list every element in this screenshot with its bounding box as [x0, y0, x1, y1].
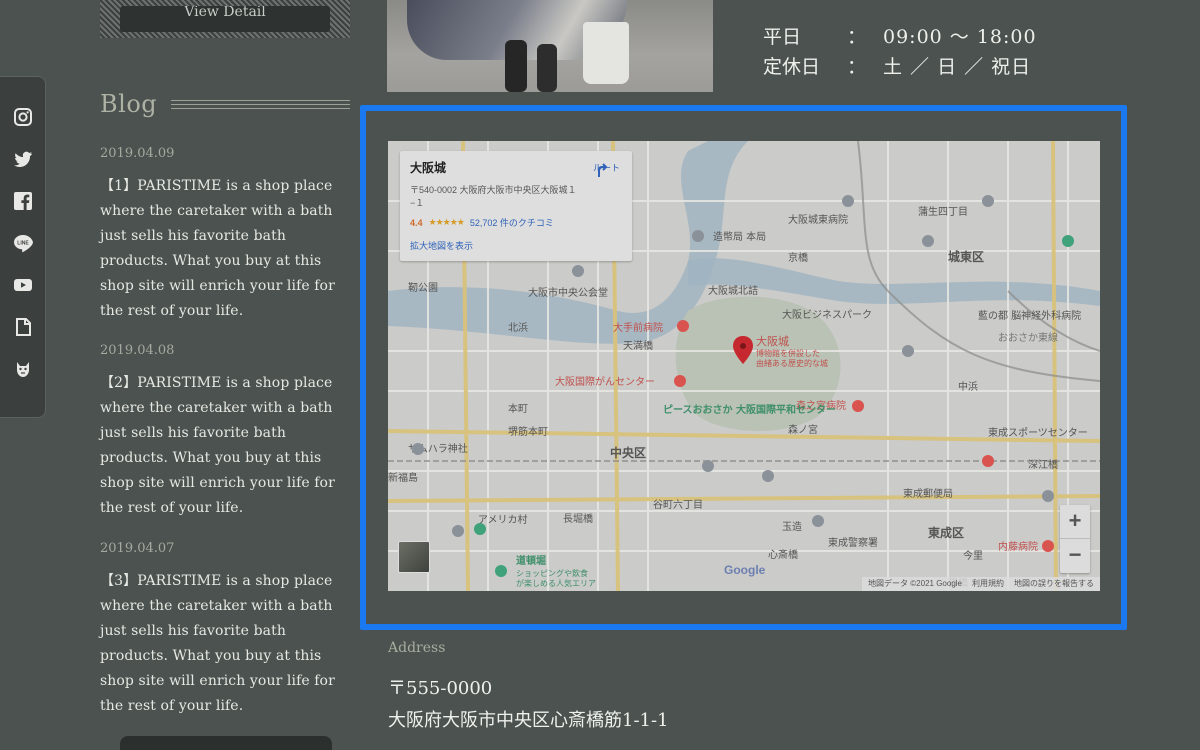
post-text[interactable]: 【1】PARISTIME is a shop place where the c… [100, 174, 350, 324]
post-text[interactable]: 【3】PARISTIME is a shop place where the c… [100, 569, 350, 719]
map-label: 道頓堀 [516, 554, 546, 567]
map-ward-label: 東成区 [928, 525, 964, 540]
map-label: 造幣局 本局 [713, 230, 766, 243]
street-view-thumbnail[interactable] [398, 541, 430, 573]
post-text[interactable]: 【2】PARISTIME is a shop place where the c… [100, 371, 350, 521]
map-label: ピースおおさか 大阪国際平和センター [663, 403, 836, 416]
map-label: 東成スポーツセンター [988, 426, 1088, 439]
twitter-icon[interactable] [12, 149, 34, 169]
zoom-out-button[interactable]: − [1060, 539, 1090, 573]
map-label: 今里 [963, 549, 983, 562]
terms-link[interactable]: 利用規約 [972, 577, 1004, 591]
map-label: 東成警察署 [828, 536, 878, 549]
map-label: 長堀橋 [563, 512, 593, 525]
report-error-link[interactable]: 地図の誤りを報告する [1014, 577, 1094, 591]
map-label: 由緒ある歴史的な城 [756, 358, 828, 368]
blog-post[interactable]: 2019.04.07 【3】PARISTIME is a shop place … [100, 541, 350, 719]
zoom-control[interactable]: + − [1060, 505, 1090, 573]
blog-heading: Blog [100, 88, 350, 120]
zoom-in-button[interactable]: + [1060, 505, 1090, 539]
svg-text:LINE: LINE [17, 241, 29, 247]
map-label: が楽しめる人気エリア [516, 578, 596, 588]
embedded-map[interactable]: 靭公園 北浜 大阪市中央公会堂 造幣局 本局 大阪城北詰 天満橋 本町 堺筋本町… [388, 141, 1100, 591]
shop-photo [387, 0, 713, 92]
map-footer: 地図データ ©2021 Google 利用規約 地図の誤りを報告する [862, 577, 1100, 591]
place-address: 〒540-0002 大阪府大阪市中央区大阪城１−１ [410, 185, 577, 208]
map-label: 大手前病院 [613, 321, 663, 334]
blog-title: Blog [100, 90, 158, 118]
blog-post[interactable]: 2019.04.09 【1】PARISTIME is a shop place … [100, 146, 350, 324]
larger-map-link[interactable]: 拡大地図を表示 [410, 239, 622, 252]
route-button[interactable]: ルート [593, 161, 620, 177]
instagram-icon[interactable] [12, 107, 34, 127]
hours-row: 定休日 ： 土 ／ 日 ／ 祝日 [763, 50, 1037, 80]
post-date: 2019.04.09 [100, 146, 175, 161]
business-hours: 平日 ： 09:00 ～ 18:00 定休日 ： 土 ／ 日 ／ 祝日 [763, 20, 1037, 80]
place-rating: 4.4 ★★★★★ 52,702 件のクチコミ [410, 216, 622, 229]
map-label: 大阪城東病院 [788, 213, 848, 226]
hours-separator: ： [847, 25, 867, 48]
map-label: 北浜 [508, 322, 528, 334]
map-label: 谷町六丁目 [653, 499, 703, 511]
map-label: 心斎橋 [768, 548, 798, 561]
hours-row: 平日 ： 09:00 ～ 18:00 [763, 20, 1037, 50]
map-label: 中浜 [958, 380, 978, 393]
post-date: 2019.04.07 [100, 541, 175, 556]
map-ward-label: 中央区 [610, 445, 646, 460]
reviews-link[interactable]: 52,702 件のクチコミ [470, 216, 554, 229]
map-label: 深江橋 [1028, 458, 1058, 471]
map-label: 藍の都 脳神経外科病院 [978, 309, 1081, 322]
address-label: Address [388, 640, 446, 656]
map-label: 大阪国際がんセンター [555, 375, 655, 388]
map-label: おおさか東線 [998, 331, 1058, 344]
map-label: 蒲生四丁目 [918, 205, 968, 218]
directions-icon [597, 163, 608, 177]
map-label: 堺筋本町 [508, 425, 548, 438]
map-label: 大阪市中央公会堂 [528, 286, 608, 299]
map-info-card: 大阪城 〒540-0002 大阪府大阪市中央区大阪城１−１ 4.4 ★★★★★ … [400, 151, 632, 261]
youtube-icon[interactable] [12, 275, 34, 295]
map-ward-label: 城東区 [948, 249, 984, 264]
google-logo: Google [724, 563, 766, 577]
map-label: 靭公園 [408, 281, 438, 294]
mascot-icon[interactable] [12, 359, 34, 379]
post-date: 2019.04.08 [100, 343, 175, 358]
rating-stars-icon: ★★★★★ [428, 217, 465, 227]
blog-post[interactable]: 2019.04.08 【2】PARISTIME is a shop place … [100, 343, 350, 521]
hours-value: 土 ／ 日 ／ 祝日 [883, 55, 1032, 78]
hours-value: 09:00 ～ 18:00 [883, 25, 1037, 48]
place-name: 大阪城 [410, 161, 447, 175]
map-label: アメリカ村 [478, 513, 528, 526]
map-label: 本町 [508, 402, 528, 415]
map-label: 玉造 [782, 520, 802, 533]
map-label: 大阪ビジネスパーク [782, 308, 872, 321]
product-thumbnail[interactable]: View Detail [100, 0, 350, 38]
view-detail-button[interactable]: View Detail [120, 6, 330, 32]
map-label: 森ノ宮 [788, 423, 818, 436]
more-button[interactable] [120, 736, 332, 750]
line-icon[interactable]: LINE [12, 233, 34, 253]
map-label: 新福島 [388, 471, 418, 484]
rating-value: 4.4 [410, 217, 423, 228]
map-label: 博物館を併設した [756, 348, 820, 358]
hours-label: 平日 [763, 25, 802, 48]
map-label: 東成郵便局 [903, 487, 953, 500]
address-line: 大阪府大阪市中央区心斎橋筋1-1-1 [388, 710, 669, 731]
map-label: 内藤病院 [998, 540, 1038, 553]
heading-decoration [171, 99, 350, 109]
hours-label: 定休日 [763, 55, 821, 78]
note-icon[interactable] [12, 317, 34, 337]
map-label: 大阪城 [756, 334, 789, 348]
map-label: 京橋 [788, 251, 808, 264]
map-label: 天満橋 [623, 339, 653, 352]
map-copyright: 地図データ ©2021 Google [868, 579, 962, 588]
map-label: ショッピングや飲食 [516, 568, 588, 578]
social-sidebar: LINE [0, 76, 46, 418]
hours-separator: ： [847, 55, 867, 78]
address-zip: 〒555-0000 [388, 678, 493, 699]
map-label: 大阪城北詰 [708, 284, 758, 297]
facebook-icon[interactable] [12, 191, 34, 211]
